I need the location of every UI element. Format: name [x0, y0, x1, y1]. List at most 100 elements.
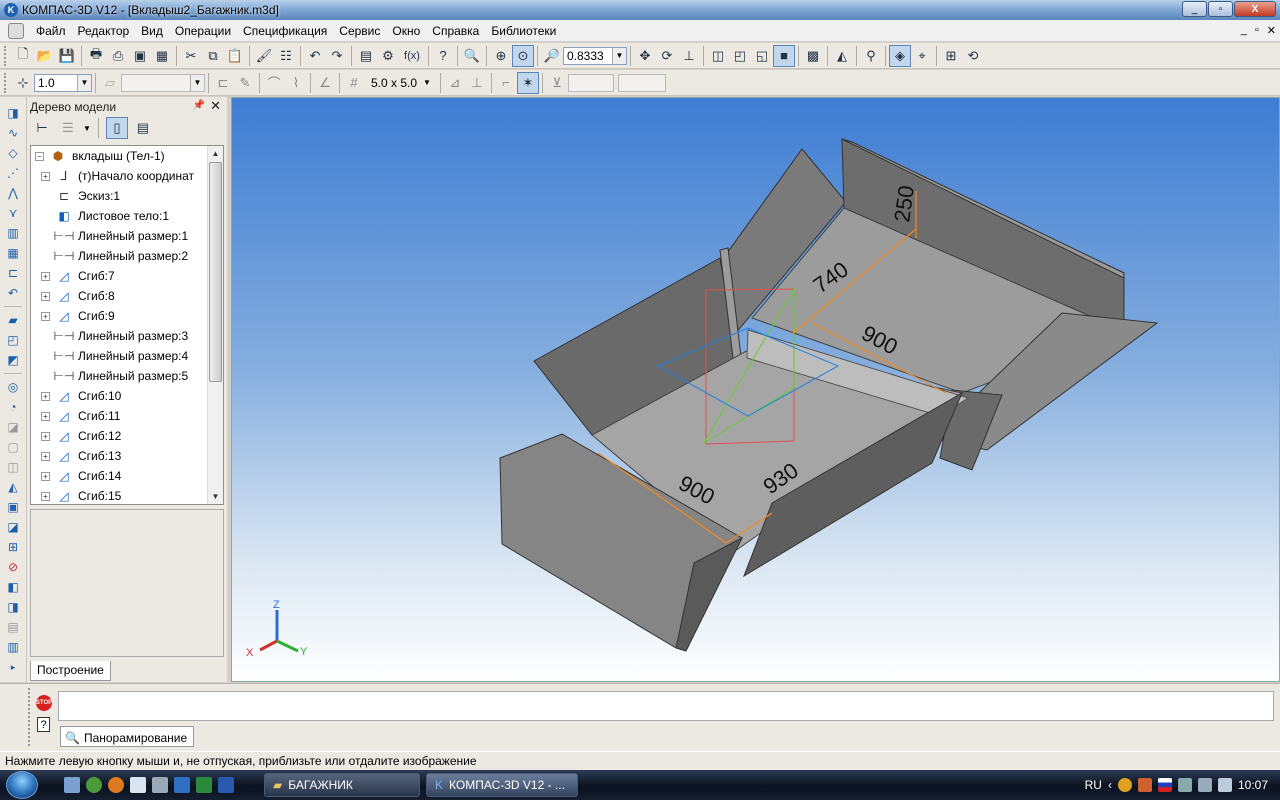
- utorrent-icon[interactable]: [86, 777, 102, 793]
- excel-icon[interactable]: [196, 777, 212, 793]
- expand-icon[interactable]: +: [41, 271, 50, 281]
- variables-icon[interactable]: f(x): [399, 45, 425, 67]
- tree-item[interactable]: ⊢⊣ Линейный размер:4: [31, 346, 223, 366]
- coord-x-field[interactable]: [567, 73, 614, 92]
- chevron-down-icon[interactable]: ▼: [190, 74, 204, 91]
- paste-icon[interactable]: 📋: [224, 45, 246, 67]
- doc-close-icon[interactable]: ✕: [1267, 24, 1276, 37]
- firefox-icon[interactable]: [108, 777, 124, 793]
- filter-icon[interactable]: ⚲: [860, 45, 882, 67]
- expand-icon[interactable]: +: [41, 471, 50, 481]
- tray-app-icon[interactable]: [1117, 778, 1132, 792]
- perspective-icon[interactable]: ◭: [831, 45, 853, 67]
- component-icon[interactable]: ◨: [3, 598, 23, 616]
- angle-icon[interactable]: ∠: [314, 72, 336, 94]
- network-icon[interactable]: [1197, 778, 1212, 792]
- help-icon[interactable]: ?: [37, 717, 50, 732]
- local-cs-icon[interactable]: ⊏: [212, 72, 234, 94]
- notepad-icon[interactable]: [130, 777, 146, 793]
- model-tree-icon[interactable]: ▤: [355, 45, 377, 67]
- doc-restore-icon[interactable]: ▫: [1255, 24, 1259, 37]
- menu-file[interactable]: Файл: [30, 24, 72, 38]
- snap2-icon[interactable]: ⌇: [285, 72, 307, 94]
- surfaces-icon[interactable]: ◇: [3, 144, 23, 162]
- panel-grip[interactable]: [28, 688, 31, 746]
- split-icon[interactable]: ▣: [3, 498, 23, 516]
- undo-icon[interactable]: ↶: [304, 45, 326, 67]
- orientation-icon[interactable]: ⊥: [678, 45, 700, 67]
- tree-item[interactable]: + ◿ Сгиб:8: [31, 286, 223, 306]
- step-mode-icon[interactable]: ⌐: [495, 72, 517, 94]
- tree-scrollbar[interactable]: ▲ ▼: [207, 146, 223, 504]
- expand-icon[interactable]: +: [41, 411, 50, 421]
- word-icon[interactable]: [218, 777, 234, 793]
- maximize-button[interactable]: ▫: [1208, 1, 1233, 17]
- step-combo[interactable]: 1.0 ▼: [34, 73, 92, 92]
- coords-icon[interactable]: ⊻: [546, 72, 568, 94]
- chevron-down-icon[interactable]: ▼: [612, 47, 626, 64]
- pin-icon[interactable]: 📌: [193, 100, 205, 111]
- section-icon[interactable]: ◭: [3, 478, 23, 496]
- expand-icon[interactable]: +: [41, 431, 50, 441]
- doc-minimize-icon[interactable]: _: [1241, 24, 1247, 37]
- tree-item[interactable]: + ◿ Сгиб:9: [31, 306, 223, 326]
- language-indicator[interactable]: RU: [1085, 778, 1102, 792]
- insert-part-icon[interactable]: ◧: [3, 578, 23, 596]
- menu-editor[interactable]: Редактор: [72, 24, 136, 38]
- rib-icon[interactable]: ◫: [3, 458, 23, 476]
- chevron-left-icon[interactable]: ‹: [1108, 778, 1112, 792]
- new-document-icon[interactable]: 🗋: [12, 45, 34, 67]
- cut-icon[interactable]: ✂: [180, 45, 202, 67]
- menu-view[interactable]: Вид: [135, 24, 169, 38]
- copy-op-icon[interactable]: ▤: [3, 618, 23, 636]
- hidden-thin-icon[interactable]: ◱: [751, 45, 773, 67]
- menu-service[interactable]: Сервис: [333, 24, 386, 38]
- tree-item[interactable]: ⊢⊣ Линейный размер:2: [31, 246, 223, 266]
- power-icon[interactable]: [1177, 778, 1192, 792]
- expand-icon[interactable]: +: [41, 451, 50, 461]
- expand-icon[interactable]: +: [41, 311, 50, 321]
- measurements-icon[interactable]: ▥: [3, 224, 23, 242]
- cursor-step-icon[interactable]: ⊹: [12, 72, 34, 94]
- tree-item[interactable]: + ◿ Сгиб:12: [31, 426, 223, 446]
- task-bagazhnik[interactable]: ▰ БАГАЖНИК: [264, 773, 420, 797]
- hidden-lines-icon[interactable]: ◰: [729, 45, 751, 67]
- tab-construction[interactable]: Построение: [30, 661, 111, 681]
- save-icon[interactable]: 💾: [56, 45, 78, 67]
- menu-operations[interactable]: Операции: [169, 24, 237, 38]
- show-desktop-icon[interactable]: [64, 777, 80, 793]
- tree-item[interactable]: + ◿ Сгиб:15: [31, 486, 223, 504]
- mirror-icon[interactable]: ◪: [3, 518, 23, 536]
- wireframe-icon[interactable]: ◫: [707, 45, 729, 67]
- zoom-combo[interactable]: 0.8333 ▼: [563, 46, 627, 65]
- volume-icon[interactable]: [1217, 778, 1232, 792]
- russian-flag-icon[interactable]: [1157, 778, 1172, 792]
- filter-tool-icon[interactable]: ⋎: [3, 204, 23, 222]
- tree-item[interactable]: + ◿ Сгиб:13: [31, 446, 223, 466]
- preview-icon[interactable]: ▣: [129, 45, 151, 67]
- tree-item[interactable]: + ◿ Сгиб:14: [31, 466, 223, 486]
- close-button[interactable]: X: [1234, 1, 1276, 17]
- zoom-window-icon[interactable]: 🔍: [461, 45, 483, 67]
- toolbar-grip[interactable]: [4, 45, 8, 66]
- tree-item[interactable]: ⊏ Эскиз:1: [31, 186, 223, 206]
- coord-y-field[interactable]: [617, 73, 666, 92]
- library-manager-icon[interactable]: ⚙: [377, 45, 399, 67]
- rebuild-icon[interactable]: ⟲: [962, 45, 984, 67]
- tree-structure-icon[interactable]: ⊢: [31, 117, 53, 139]
- print-icon[interactable]: 🖶: [85, 45, 107, 67]
- grid-value[interactable]: 5.0 x 5.0: [365, 76, 423, 90]
- scroll-up-icon[interactable]: ▲: [208, 146, 223, 161]
- tree-item[interactable]: ⊢⊣ Линейный размер:1: [31, 226, 223, 246]
- kinematic-icon[interactable]: ◩: [3, 351, 23, 369]
- snap-icon[interactable]: ⌒: [263, 72, 285, 94]
- menu-libraries[interactable]: Библиотеки: [485, 24, 562, 38]
- pan-icon[interactable]: ✥: [634, 45, 656, 67]
- task-kompas[interactable]: K КОМПАС-3D V12 - ...: [426, 773, 578, 797]
- properties-icon[interactable]: ▦: [151, 45, 173, 67]
- print-preview-icon[interactable]: ⎙: [107, 45, 129, 67]
- chevron-down-icon[interactable]: ▼: [83, 124, 91, 133]
- rotate-op-icon[interactable]: ◰: [3, 331, 23, 349]
- tree-root[interactable]: − ⬢ вкладыш (Тел-1): [31, 146, 223, 166]
- menu-window[interactable]: Окно: [386, 24, 426, 38]
